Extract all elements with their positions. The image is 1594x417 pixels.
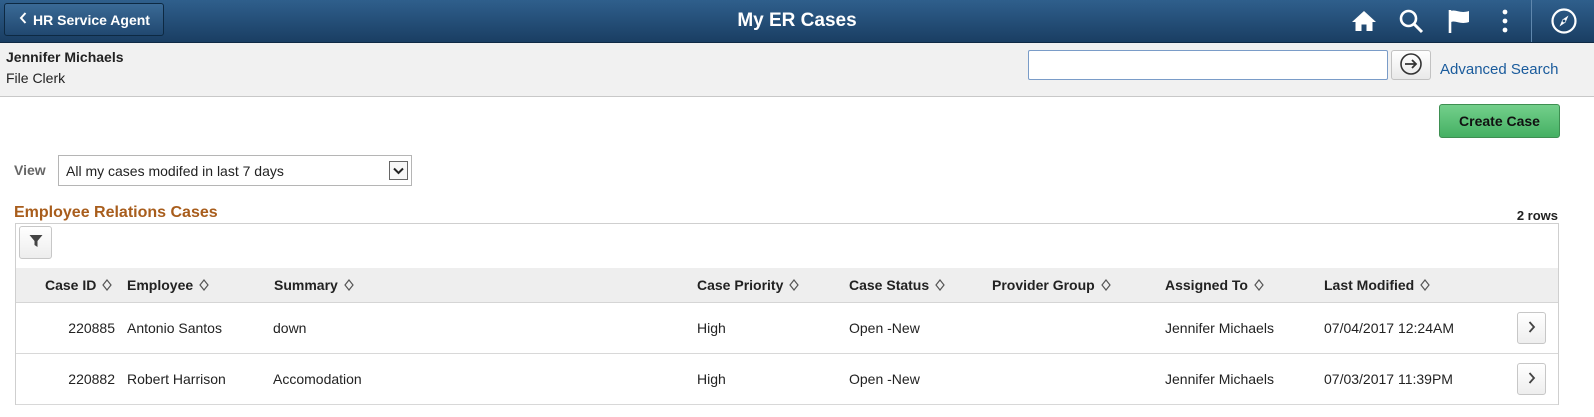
user-name: Jennifer Michaels [6, 49, 124, 65]
row-detail-button[interactable] [1517, 312, 1546, 344]
cell-case-priority: High [697, 371, 726, 387]
filter-icon [29, 234, 43, 251]
cell-case-id: 220885 [68, 320, 115, 336]
flag-icon[interactable] [1443, 6, 1475, 36]
column-header-case-status[interactable]: Case Status [849, 268, 945, 302]
column-header-case-priority[interactable]: Case Priority [697, 268, 800, 302]
grid-title: Employee Relations Cases [14, 204, 218, 221]
cell-summary: down [273, 320, 307, 336]
cell-case-status: Open -New [849, 320, 920, 336]
chevron-left-icon [13, 12, 33, 27]
navbar-compass-icon[interactable] [1548, 6, 1580, 36]
cell-employee: Antonio Santos [127, 320, 222, 336]
sort-icon [789, 279, 800, 291]
column-header-last-modified[interactable]: Last Modified [1324, 268, 1431, 302]
cell-last-modified: 07/03/2017 11:39PM [1324, 371, 1453, 387]
grid-header-row: Case ID Employee Summary Case Priority C… [16, 268, 1558, 303]
cell-case-status: Open -New [849, 371, 920, 387]
sort-icon [102, 279, 113, 291]
filter-button[interactable] [19, 226, 52, 259]
sort-icon [1420, 279, 1431, 291]
chevron-right-icon [1528, 320, 1536, 336]
table-row[interactable]: 220882 Robert Harrison Accomodation High… [16, 354, 1558, 405]
cell-assigned-to: Jennifer Michaels [1165, 320, 1274, 336]
view-label: View [14, 162, 46, 178]
column-header-assigned-to[interactable]: Assigned To [1165, 268, 1264, 302]
sort-icon [1254, 279, 1264, 291]
view-select[interactable]: All my cases modifed in last 7 days [58, 155, 412, 186]
grid-toolbar [16, 224, 1558, 269]
context-header: Jennifer Michaels File Clerk Advanced Se… [0, 43, 1594, 97]
cases-grid: Case ID Employee Summary Case Priority C… [15, 223, 1559, 405]
cell-assigned-to: Jennifer Michaels [1165, 371, 1274, 387]
column-header-summary[interactable]: Summary [274, 268, 354, 302]
sort-icon [935, 279, 945, 291]
navigation-banner: HR Service Agent My ER Cases [0, 0, 1594, 43]
search-go-button[interactable] [1391, 50, 1431, 80]
user-role: File Clerk [6, 70, 66, 86]
view-select-value: All my cases modifed in last 7 days [66, 162, 284, 179]
create-case-button[interactable]: Create Case [1439, 104, 1560, 138]
advanced-search-link[interactable]: Advanced Search [1440, 61, 1558, 78]
cell-case-priority: High [697, 320, 726, 336]
sort-icon [344, 279, 354, 291]
row-count: 2 rows [1516, 208, 1558, 223]
row-detail-button[interactable] [1517, 363, 1546, 395]
column-header-provider-group[interactable]: Provider Group [992, 268, 1111, 302]
chevron-right-icon [1528, 371, 1536, 387]
column-header-case-id[interactable]: Case ID [45, 268, 113, 302]
more-vertical-icon[interactable] [1489, 6, 1521, 36]
column-header-employee[interactable]: Employee [127, 268, 209, 302]
cell-summary: Accomodation [273, 371, 362, 387]
back-button-label: HR Service Agent [33, 11, 150, 28]
arrow-right-circle-icon [1399, 52, 1423, 79]
cell-case-id: 220882 [68, 371, 115, 387]
banner-separator [1531, 0, 1532, 42]
search-input[interactable] [1028, 50, 1388, 80]
table-row[interactable]: 220885 Antonio Santos down High Open -Ne… [16, 303, 1558, 354]
sort-icon [1100, 279, 1111, 291]
search-icon[interactable] [1395, 6, 1427, 36]
home-icon[interactable] [1348, 6, 1380, 36]
cell-last-modified: 07/04/2017 12:24AM [1324, 320, 1454, 336]
cell-employee: Robert Harrison [127, 371, 226, 387]
sort-icon [199, 279, 209, 291]
back-button[interactable]: HR Service Agent [4, 3, 164, 36]
chevron-down-icon [389, 161, 408, 180]
